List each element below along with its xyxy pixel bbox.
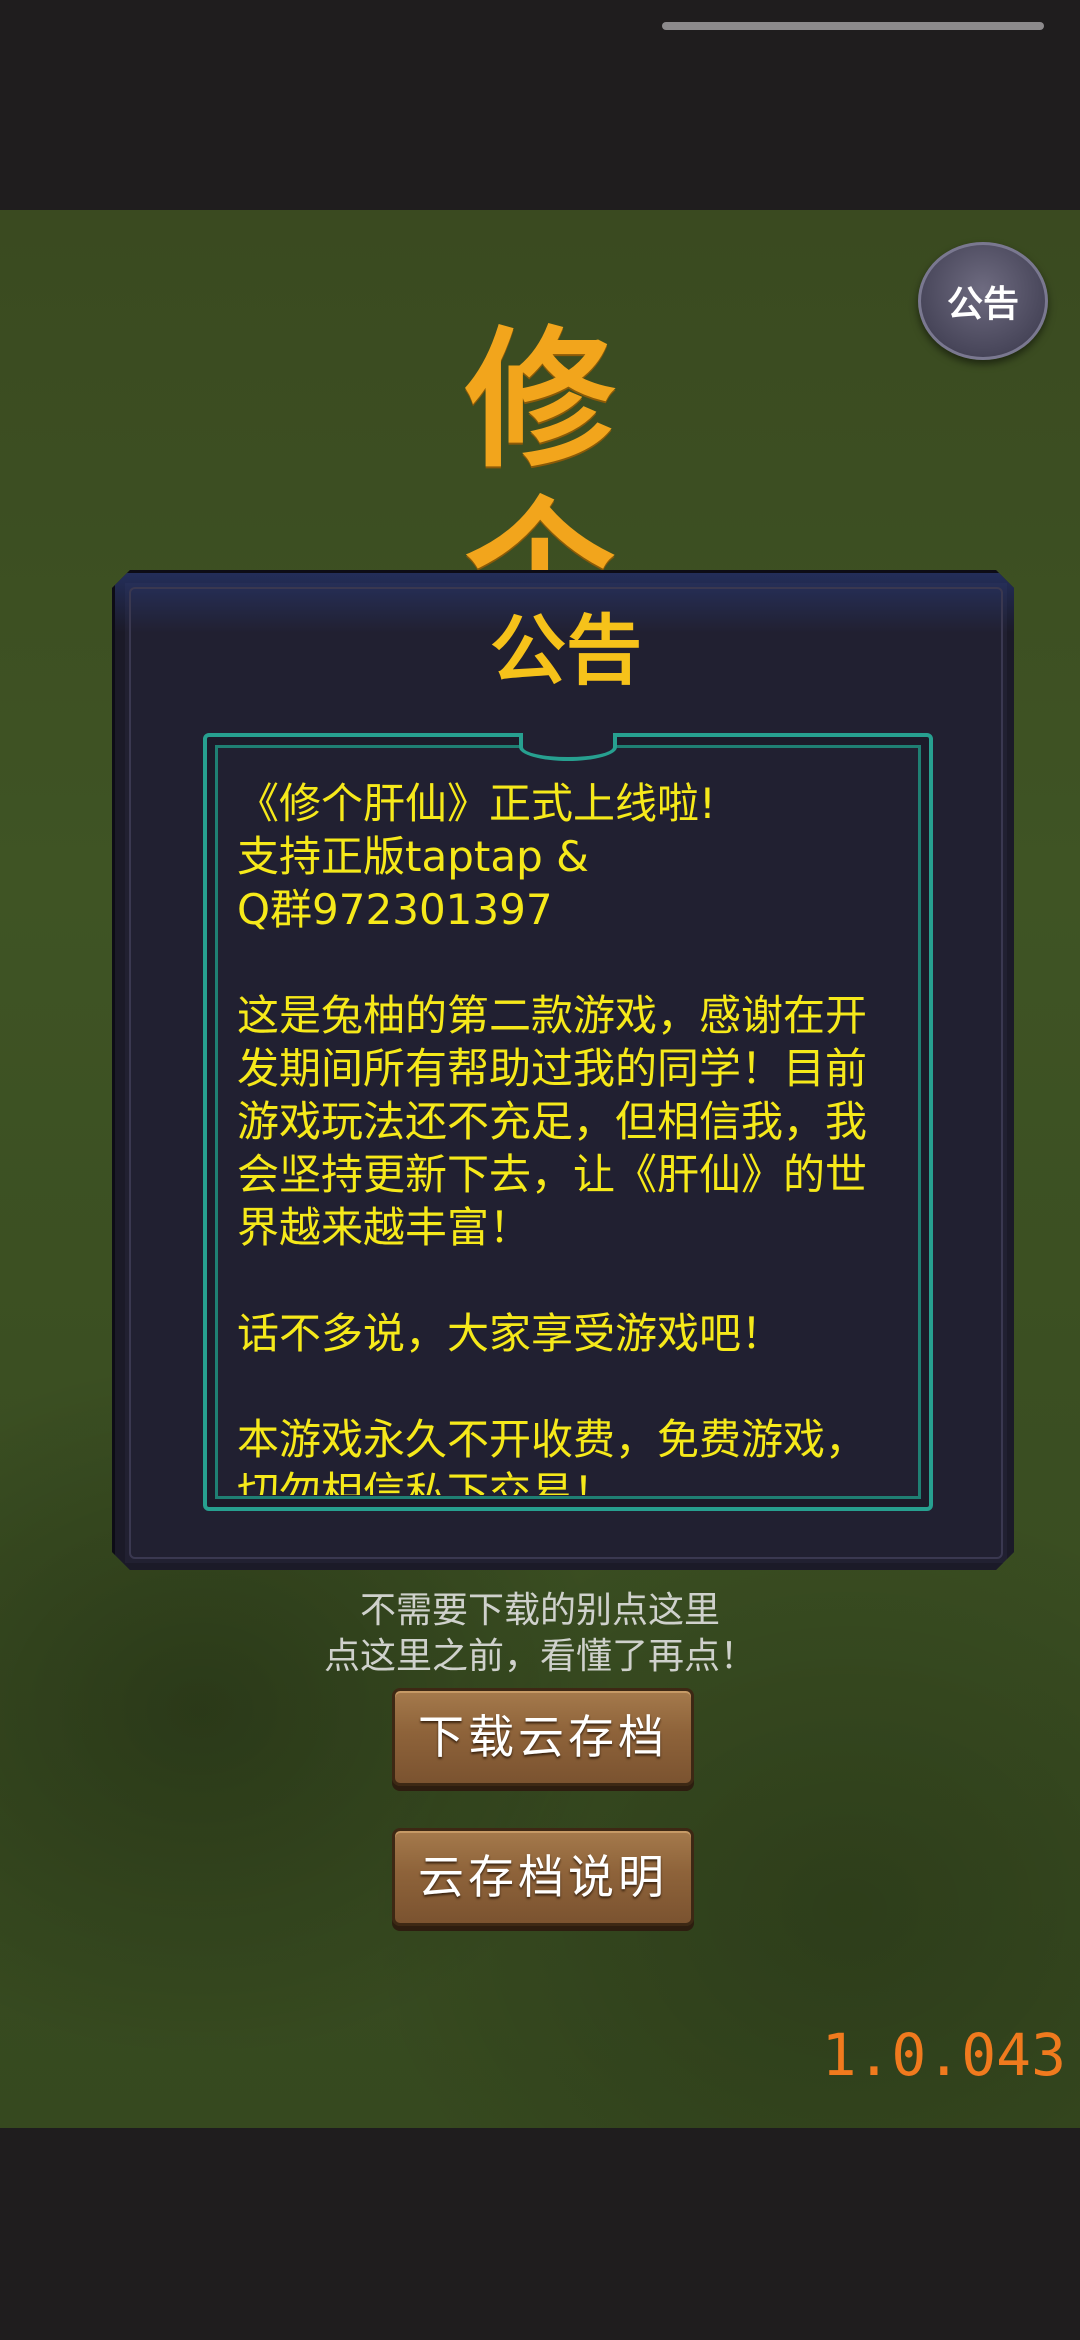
scroll-frame-notch [519, 733, 617, 761]
cloud-save-hint: 不需要下载的别点这里 点这里之前，看懂了再点！ [0, 1588, 1080, 1680]
notice-scroll-frame[interactable]: 《修个肝仙》正式上线啦! 支持正版taptap & Q群972301397 这是… [203, 733, 933, 1511]
hint-line-1: 不需要下载的别点这里 [359, 1590, 720, 1631]
game-screen: 修个 公告 公告 《修个肝仙》正式上线啦! 支持正版taptap & Q群972… [0, 0, 1080, 2340]
notice-button[interactable]: 公告 [918, 242, 1048, 360]
bottom-bar [0, 2128, 1080, 2340]
notice-dialog: 公告 《修个肝仙》正式上线啦! 支持正版taptap & Q群972301397… [112, 570, 1014, 1570]
home-indicator[interactable] [662, 22, 1044, 30]
notice-title: 公告 [490, 606, 642, 695]
hint-line-2: 点这里之前，看懂了再点！ [323, 1636, 756, 1677]
cloud-save-info-button[interactable]: 云存档说明 [392, 1828, 694, 1926]
version-label: 1.0.043 [821, 2021, 1066, 2089]
download-cloud-save-button[interactable]: 下载云存档 [392, 1688, 694, 1786]
notice-button-label: 公告 [946, 283, 1019, 325]
status-area [0, 0, 1080, 210]
notice-body-text[interactable]: 《修个肝仙》正式上线啦! 支持正版taptap & Q群972301397 这是… [237, 777, 903, 1495]
game-area: 修个 公告 公告 《修个肝仙》正式上线啦! 支持正版taptap & Q群972… [0, 210, 1080, 2128]
